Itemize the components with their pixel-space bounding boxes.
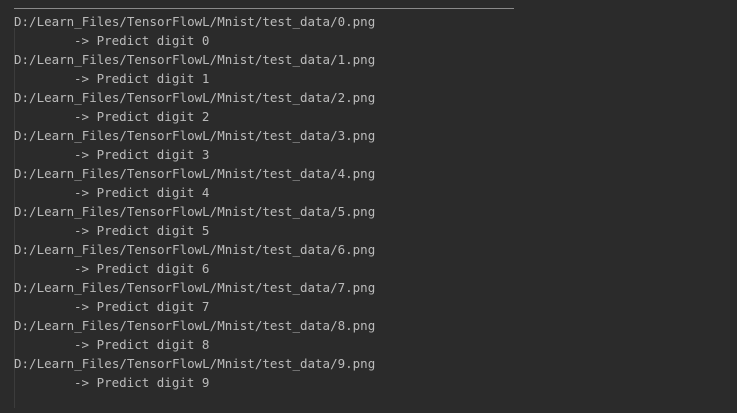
console-line-prediction: -> Predict digit 9 bbox=[74, 375, 210, 390]
console-line-prediction: -> Predict digit 2 bbox=[74, 109, 210, 124]
console-line-prediction: -> Predict digit 5 bbox=[74, 223, 210, 238]
console-line-path: D:/Learn_Files/TensorFlowL/Mnist/test_da… bbox=[14, 128, 376, 143]
console-line-path: D:/Learn_Files/TensorFlowL/Mnist/test_da… bbox=[14, 242, 376, 257]
console-line-path: D:/Learn_Files/TensorFlowL/Mnist/test_da… bbox=[14, 52, 376, 67]
console-line-path: D:/Learn_Files/TensorFlowL/Mnist/test_da… bbox=[14, 166, 376, 181]
separator-line bbox=[14, 8, 514, 9]
console-line-path: D:/Learn_Files/TensorFlowL/Mnist/test_da… bbox=[14, 356, 376, 371]
console-lines: D:/Learn_Files/TensorFlowL/Mnist/test_da… bbox=[14, 12, 737, 392]
console-line-prediction: -> Predict digit 0 bbox=[74, 33, 210, 48]
console-line-path: D:/Learn_Files/TensorFlowL/Mnist/test_da… bbox=[14, 280, 376, 295]
console-line-prediction: -> Predict digit 8 bbox=[74, 337, 210, 352]
console-line-path: D:/Learn_Files/TensorFlowL/Mnist/test_da… bbox=[14, 204, 376, 219]
console-output[interactable]: D:/Learn_Files/TensorFlowL/Mnist/test_da… bbox=[0, 0, 737, 413]
console-line-prediction: -> Predict digit 4 bbox=[74, 185, 210, 200]
console-line-path: D:/Learn_Files/TensorFlowL/Mnist/test_da… bbox=[14, 14, 376, 29]
console-line-prediction: -> Predict digit 1 bbox=[74, 71, 210, 86]
console-line-path: D:/Learn_Files/TensorFlowL/Mnist/test_da… bbox=[14, 318, 376, 333]
console-line-prediction: -> Predict digit 3 bbox=[74, 147, 210, 162]
console-line-path: D:/Learn_Files/TensorFlowL/Mnist/test_da… bbox=[14, 90, 376, 105]
console-line-prediction: -> Predict digit 7 bbox=[74, 299, 210, 314]
console-line-prediction: -> Predict digit 6 bbox=[74, 261, 210, 276]
